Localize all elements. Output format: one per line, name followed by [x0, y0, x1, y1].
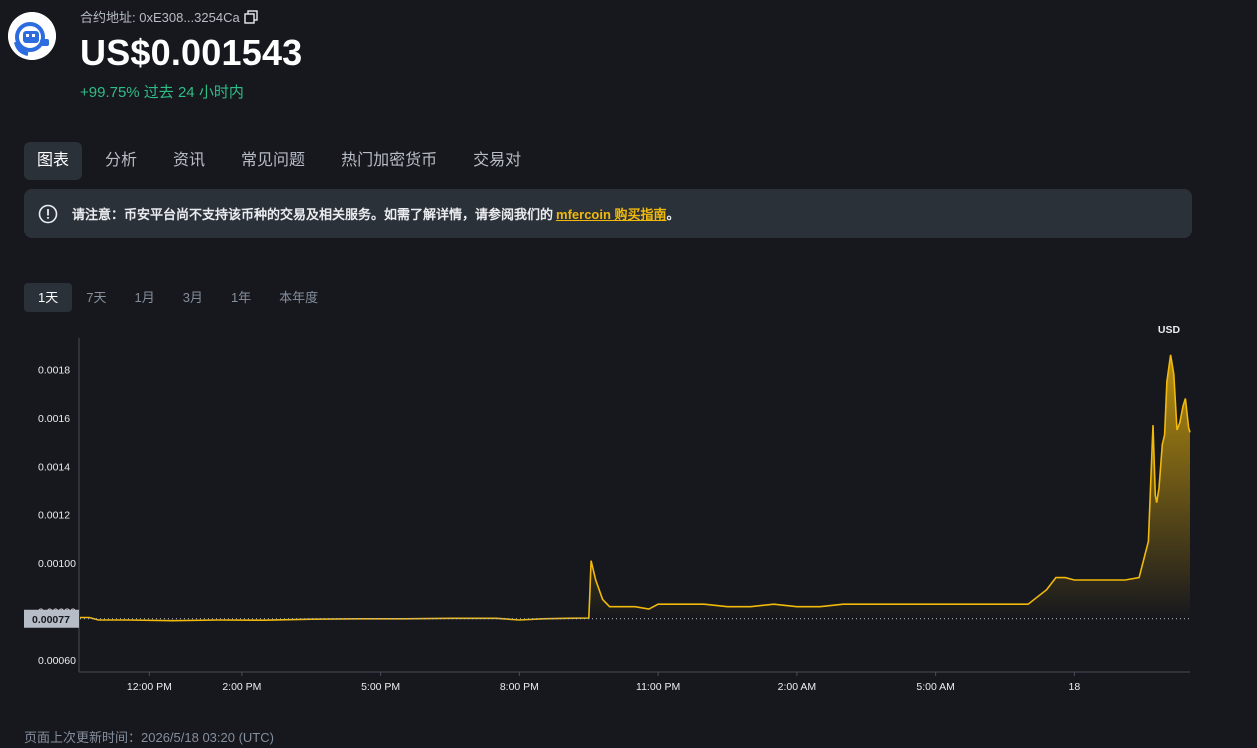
price-area — [80, 354, 1190, 619]
tab-trending-crypto[interactable]: 热门加密货币 — [328, 142, 450, 180]
x-tick-label: 5:00 AM — [916, 681, 955, 693]
current-price: US$0.001543 — [80, 32, 303, 73]
price-change-24h: +99.75% 过去 24 小时内 — [80, 84, 244, 101]
info-icon — [38, 204, 58, 224]
y-tick-label: 0.0016 — [38, 413, 70, 425]
range-1y[interactable]: 1年 — [217, 283, 265, 312]
tab-chart[interactable]: 图表 — [24, 142, 83, 180]
last-updated: 页面上次更新时间：2026/5/18 03:20 (UTC) — [24, 730, 274, 745]
currency-label: USD — [1158, 324, 1181, 336]
range-1d[interactable]: 1天 — [24, 283, 73, 312]
tab-analysis[interactable]: 分析 — [92, 142, 150, 180]
x-tick-label: 8:00 PM — [500, 681, 539, 693]
price-line — [80, 354, 1191, 622]
token-logo — [8, 12, 56, 60]
tab-trading-pairs[interactable]: 交易对 — [460, 142, 534, 180]
y-tick-label: 0.0014 — [38, 461, 70, 473]
y-tick-label: 0.0012 — [38, 510, 70, 522]
reference-price-label: 0.00077 — [32, 614, 70, 626]
contract-address-text: 合约地址: 0xE308...3254Ca — [80, 10, 240, 25]
x-tick-label: 2:00 PM — [222, 681, 261, 693]
notice-banner: 请注意：币安平台尚不支持该币种的交易及相关服务。如需了解详情，请参阅我们的 mf… — [24, 189, 1192, 238]
y-tick-label: 0.00100 — [38, 558, 76, 570]
y-tick-label: 0.00060 — [38, 655, 76, 667]
x-tick-label: 2:00 AM — [778, 681, 817, 693]
x-tick-label: 5:00 PM — [361, 681, 400, 693]
range-7d[interactable]: 7天 — [72, 283, 120, 312]
contract-address: 合约地址: 0xE308...3254Ca — [80, 7, 258, 26]
price-chart[interactable]: 0.000600.000800.001000.00120.00140.00160… — [0, 318, 1257, 698]
tab-faq[interactable]: 常见问题 — [228, 142, 318, 180]
section-tabs: 图表 分析 资讯 常见问题 热门加密货币 交易对 — [24, 142, 544, 180]
range-ytd[interactable]: 本年度 — [265, 283, 332, 312]
tab-news[interactable]: 资讯 — [160, 142, 218, 180]
range-3m[interactable]: 3月 — [169, 283, 217, 312]
y-tick-label: 0.0018 — [38, 364, 70, 376]
notice-suffix: 。 — [666, 207, 680, 222]
buy-guide-link[interactable]: mfercoin 购买指南 — [556, 204, 667, 223]
x-tick-label: 11:00 PM — [636, 681, 680, 693]
x-tick-label: 12:00 PM — [127, 681, 172, 693]
copy-icon[interactable] — [244, 9, 258, 24]
notice-text: 请注意：币安平台尚不支持该币种的交易及相关服务。如需了解详情，请参阅我们的 — [72, 207, 554, 222]
x-axis: 12:00 PM 2:00 PM 5:00 PM 8:00 PM 11:00 PM 2:0… — [79, 671, 1190, 693]
range-1m[interactable]: 1月 — [120, 283, 168, 312]
x-tick-label: 18 — [1069, 681, 1081, 693]
time-range-selector: 1天 7天 1月 3月 1年 本年度 — [24, 283, 332, 312]
reference-price-badge: 0.00077 — [24, 609, 79, 628]
